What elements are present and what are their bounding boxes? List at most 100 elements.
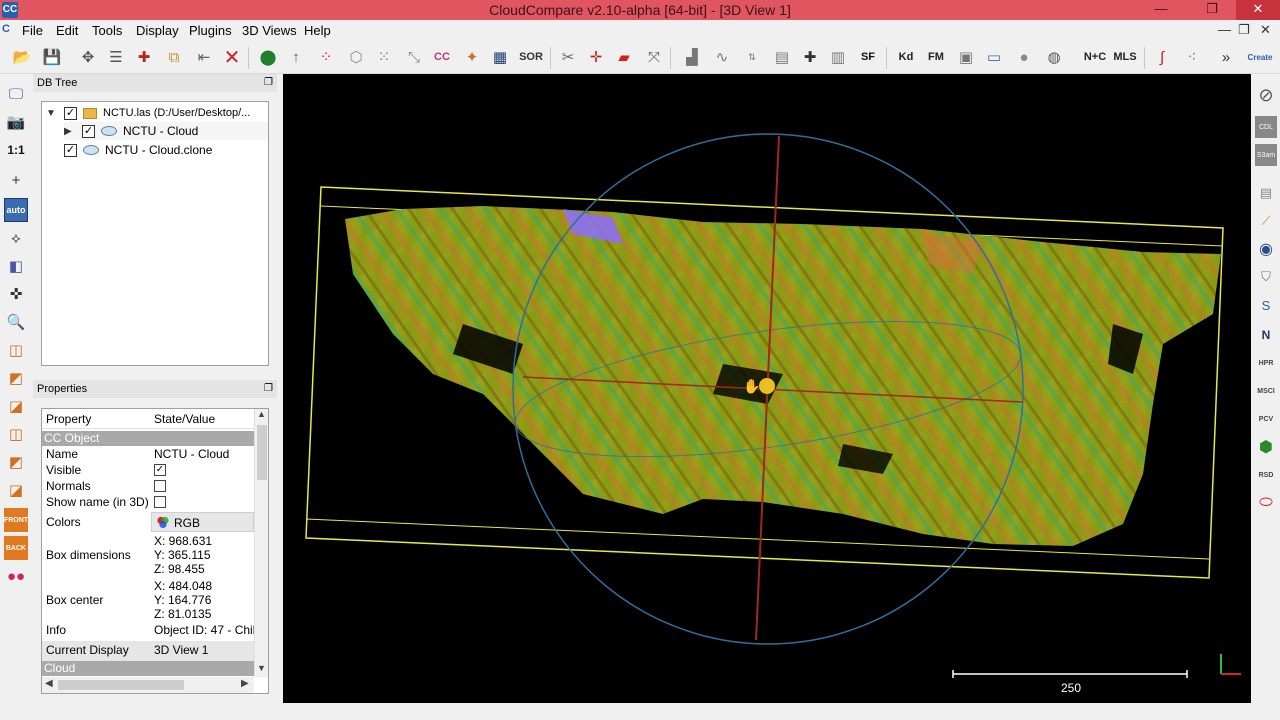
menu-help[interactable]: Help — [304, 23, 331, 38]
sample-icon[interactable]: ⁙ — [372, 45, 396, 69]
color-icon[interactable]: ⁘ — [314, 45, 338, 69]
fast-marching-icon[interactable]: FM — [924, 45, 948, 69]
hexagon-icon[interactable]: ⬢ — [1255, 436, 1277, 458]
scroll-thumb[interactable] — [257, 425, 267, 480]
s3am-button[interactable]: S3am — [1255, 144, 1277, 166]
horizontal-scrollbar[interactable]: ◀ ▶ — [42, 677, 254, 693]
rsd-button[interactable]: RSD — [1255, 464, 1277, 486]
globe-icon[interactable]: ◍ — [1042, 45, 1066, 69]
filter-icon[interactable]: ▤ — [770, 45, 794, 69]
export-icon[interactable]: ▭ — [982, 45, 1006, 69]
north-button[interactable]: N — [1255, 324, 1277, 346]
scroll-up-icon[interactable]: ▲ — [257, 409, 266, 419]
tree-checkbox[interactable]: ✓ — [82, 124, 95, 138]
label-icon[interactable]: ✦ — [460, 45, 484, 69]
box-icon[interactable]: ▣ — [954, 45, 978, 69]
auto-pivot-button[interactable]: auto — [4, 198, 28, 222]
point-picking-icon[interactable]: ✚ — [132, 45, 156, 69]
sf-arithmetic-icon[interactable]: ▥ — [826, 45, 850, 69]
tree-checkbox[interactable]: ✓ — [64, 143, 77, 157]
undock-icon[interactable]: ❐ — [264, 74, 273, 92]
add-icon[interactable]: ✚ — [798, 45, 822, 69]
sphere-icon[interactable]: ● — [1012, 45, 1036, 69]
mesh-icon[interactable]: ⬡ — [344, 45, 368, 69]
list-icon[interactable]: ☰ — [104, 45, 128, 69]
save-icon[interactable]: 💾 — [40, 45, 64, 69]
mdi-restore-button[interactable]: ❐ — [1238, 22, 1250, 38]
brush-icon[interactable]: ⟋ — [1255, 210, 1277, 232]
front-iso-button[interactable]: FRONT — [4, 508, 28, 532]
vertical-scrollbar[interactable]: ▲ ▼ — [254, 409, 268, 677]
left-view-icon[interactable]: ◪ — [4, 394, 28, 418]
plugin-s-icon[interactable]: S — [1255, 294, 1277, 316]
mdi-close-button[interactable]: ✕ — [1260, 22, 1271, 38]
maximize-button[interactable]: ❐ — [1196, 0, 1228, 20]
menu-edit[interactable]: Edit — [56, 23, 78, 38]
align-icon[interactable]: ⤧ — [642, 45, 666, 69]
box-view-icon[interactable]: ◧ — [4, 254, 28, 278]
subsample-icon[interactable]: ⇤ — [192, 45, 216, 69]
scale-icon[interactable]: ⤡ — [402, 45, 426, 69]
translate-rotate-icon[interactable]: ✥ — [76, 45, 100, 69]
plane-icon[interactable]: ▰ — [612, 45, 636, 69]
iso-view-icon[interactable]: ◪ — [4, 478, 28, 502]
canupo-icon[interactable]: Create — [1244, 45, 1276, 69]
bottom-view-icon[interactable]: ◩ — [4, 450, 28, 474]
sf-icon[interactable]: SF — [856, 45, 880, 69]
hscroll-thumb[interactable] — [58, 680, 184, 690]
expand-arrow-icon[interactable]: ▼ — [46, 108, 58, 119]
scroll-down-icon[interactable]: ▼ — [257, 663, 266, 673]
cdl-button[interactable]: CDL — [1255, 116, 1277, 138]
collapse-arrow-icon[interactable]: ▶ — [64, 126, 76, 137]
visible-checkbox[interactable]: ✓ — [154, 464, 166, 476]
colors-dropdown[interactable]: RGB — [151, 512, 254, 532]
menu-display[interactable]: Display — [136, 23, 179, 38]
hpr-button[interactable]: HPR — [1255, 352, 1277, 374]
scalar-field-icon[interactable]: ⬤ — [256, 45, 280, 69]
menu-plugins[interactable]: Plugins — [189, 23, 232, 38]
zoom-1-1-button[interactable]: 1:1 — [4, 138, 28, 162]
tree-item-cloud-clone[interactable]: ✓ NCTU - Cloud.clone — [64, 141, 212, 159]
statistics-icon[interactable]: ∿ — [710, 45, 734, 69]
3d-view[interactable]: ✋ 250 — [283, 74, 1251, 703]
mls-icon[interactable]: MLS — [1110, 45, 1140, 69]
close-button[interactable]: ✕ — [1236, 0, 1280, 20]
normals-checkbox[interactable] — [154, 480, 166, 492]
merge-icon[interactable]: ⧉ — [162, 45, 186, 69]
film-icon[interactable]: ▤ — [1255, 182, 1277, 204]
undock-icon[interactable]: ❐ — [264, 380, 273, 398]
mdi-minimize-button[interactable]: — — [1218, 22, 1231, 37]
grid-icon[interactable]: ▦ — [488, 45, 512, 69]
curve-icon[interactable]: ∫ — [1150, 45, 1174, 69]
cc-plugin-icon[interactable]: CC — [430, 45, 454, 69]
stereo-icon[interactable]: ●● — [4, 564, 28, 588]
camera-icon[interactable]: 📷 — [4, 110, 28, 134]
crosshair-icon[interactable]: + — [4, 168, 28, 192]
pcv-button[interactable]: PCV — [1255, 408, 1277, 430]
front-view-icon[interactable]: ◩ — [4, 366, 28, 390]
open-icon[interactable]: 📂 — [10, 45, 34, 69]
right-view-icon[interactable]: ◫ — [4, 422, 28, 446]
pan-icon[interactable]: ✜ — [4, 282, 28, 306]
showname-checkbox[interactable] — [154, 496, 166, 508]
scatter-icon[interactable]: ⁖ — [1180, 45, 1204, 69]
normals-icon[interactable]: ↑ — [284, 45, 308, 69]
prop-display-row[interactable]: Current Display 3D View 1 — [42, 641, 254, 661]
screen-icon[interactable]: 🖵 — [4, 82, 28, 106]
menu-tools[interactable]: Tools — [92, 23, 122, 38]
zoom-icon[interactable]: 🔍 — [4, 310, 28, 334]
sor-filter-icon[interactable]: SOR — [516, 45, 546, 69]
min-max-icon[interactable]: ⇅ — [740, 45, 764, 69]
histogram-icon[interactable]: ▟ — [680, 45, 704, 69]
overflow-icon[interactable]: » — [1214, 45, 1238, 69]
segment-icon[interactable]: ✂ — [556, 45, 580, 69]
tree-item-las[interactable]: ▼ ✓ NCTU.las (D:/User/Desktop/... — [46, 104, 250, 122]
kd-tree-icon[interactable]: Kd — [894, 45, 918, 69]
menu-3d-views[interactable]: 3D Views — [242, 23, 297, 38]
scroll-right-icon[interactable]: ▶ — [241, 678, 249, 689]
delete-icon[interactable]: ✕ — [220, 45, 244, 69]
shield-icon[interactable]: ⛉ — [1255, 266, 1277, 288]
stop-icon[interactable]: ⊘ — [1255, 84, 1277, 106]
rotate-view-icon[interactable]: ⟡ — [4, 226, 28, 250]
normals-curvature-icon[interactable]: N+C — [1080, 45, 1110, 69]
